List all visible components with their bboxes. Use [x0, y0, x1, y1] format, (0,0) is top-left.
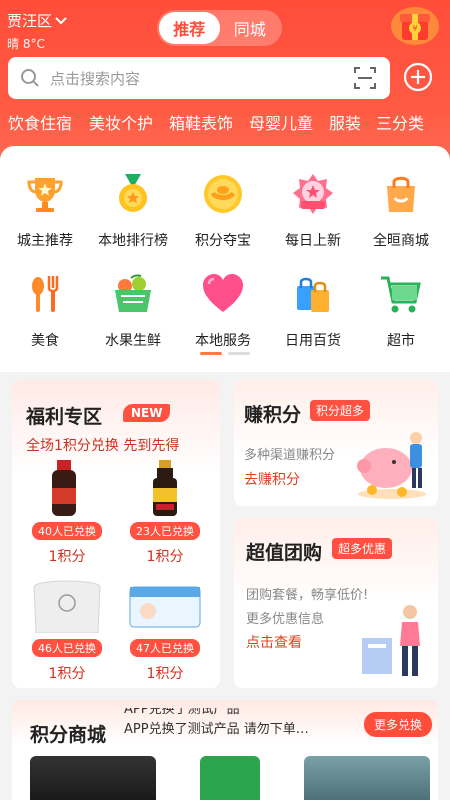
category-third[interactable]: 三分类 [376, 110, 424, 134]
new-badge-icon [293, 174, 333, 214]
category-beauty[interactable]: 美妆个护 [89, 110, 153, 134]
grid-item-local-ranking[interactable]: 本地排行榜 [88, 172, 178, 250]
grid-label: 城主推荐 [17, 233, 73, 249]
grid-item-full-mall[interactable]: 全晅商城 [356, 172, 446, 250]
points-price: 1积分 [48, 549, 86, 565]
grid-label: 每日上新 [285, 233, 341, 249]
redeemed-count-badge: 47人已兑换 [130, 639, 200, 657]
piggy-bank-icon [357, 432, 426, 499]
product-thumbnail[interactable] [200, 756, 260, 800]
scan-icon[interactable] [352, 65, 378, 91]
grid-item-owner-recommend[interactable]: 城主推荐 [0, 172, 90, 250]
points-mall-card[interactable]: 积分商城 APP兑换了测试产品 APP兑换了测试产品 请勿下单… 更多兑换 [12, 700, 438, 800]
welfare-zone-card[interactable]: 福利专区 NEW 全场1积分兑换 先到先得 40人已兑换 1积分 23人已兑换 … [12, 380, 220, 688]
product-thumbnail[interactable] [304, 756, 430, 800]
category-tabs: 饮食住宿 美妆个护 箱鞋表饰 母婴儿童 服装 三分类 [0, 108, 450, 138]
heart-icon [203, 274, 243, 312]
shopping-bag-icon [387, 176, 415, 212]
points-price: 1积分 [146, 549, 184, 565]
welfare-product[interactable]: 23人已兑换 1积分 [122, 458, 208, 566]
product-thumbnail[interactable] [30, 756, 156, 800]
grid-label: 日用百货 [285, 333, 341, 349]
grid-item-local-service[interactable]: 本地服务 [178, 272, 268, 350]
grid-item-points-treasure[interactable]: 积分夺宝 [178, 172, 268, 250]
welfare-product[interactable]: 40人已兑换 1积分 [24, 458, 110, 566]
weather-text: 晴 8°C [7, 37, 45, 51]
fruit-basket-icon [115, 274, 151, 312]
spoon-fork-icon [32, 276, 59, 312]
group-buy-link[interactable]: 点击查看 [246, 632, 302, 652]
shopping-cart-icon [381, 276, 421, 313]
gold-ingot-icon [204, 175, 242, 213]
feature-grid: 城主推荐 本地排行榜 积分夺宝 每日上新 全晅商城 美食 水果生鲜 本地服务 日… [0, 146, 450, 372]
chevron-down-icon [55, 16, 67, 24]
more-redeem-button[interactable]: 更多兑换 [364, 712, 433, 737]
search-icon [21, 69, 39, 87]
grid-label: 积分夺宝 [195, 233, 251, 249]
points-mall-title: 积分商城 [30, 724, 107, 746]
redeemed-count-badge: 40人已兑换 [32, 522, 102, 540]
grid-label: 全晅商城 [373, 233, 429, 249]
category-clothing[interactable]: 服装 [329, 110, 361, 134]
welfare-product[interactable]: 46人已兑换 1积分 [24, 575, 110, 683]
group-buy-tag: 超多优惠 [332, 538, 393, 559]
ticker-line: APP兑换了测试产品 [124, 708, 240, 717]
tissue-pack-image [129, 586, 201, 628]
grid-label: 美食 [31, 333, 59, 349]
grid-label: 水果生鲜 [105, 333, 161, 349]
page-indicator [200, 352, 250, 355]
welfare-subtitle: 全场1积分兑换 先到先得 [26, 438, 180, 454]
header: 贾汪区 晴 8°C 推荐 同城 ¥ 点击搜索内容 饮食住宿 美妆个护 箱鞋表饰 … [0, 0, 450, 160]
shopping-bags-icon [297, 277, 329, 312]
points-price: 1积分 [146, 666, 184, 682]
trophy-icon [27, 178, 63, 212]
grid-label: 本地服务 [195, 333, 251, 349]
tab-local[interactable]: 同城 [220, 12, 281, 44]
shopper-illustration [362, 605, 420, 676]
svg-text:¥: ¥ [412, 24, 417, 33]
grid-label: 本地排行榜 [98, 233, 168, 249]
page-dot-active [200, 352, 222, 355]
city-selector[interactable]: 贾汪区 [7, 10, 67, 31]
grid-label: 超市 [387, 333, 415, 349]
ticker-line: APP兑换了测试产品 请勿下单… [124, 722, 309, 737]
towel-bag-image [33, 580, 101, 634]
group-buy-desc-more: 更多优惠信息 [246, 612, 325, 627]
add-icon[interactable] [403, 62, 433, 92]
grid-item-fruit-fresh[interactable]: 水果生鲜 [88, 272, 178, 350]
city-name[interactable]: 贾汪区 [7, 10, 52, 31]
earn-points-card[interactable]: 赚积分 积分超多 多种渠道赚积分 去赚积分 [234, 380, 438, 506]
earn-points-title: 赚积分 [244, 404, 302, 426]
earn-points-link[interactable]: 去赚积分 [244, 469, 300, 489]
search-placeholder[interactable]: 点击搜索内容 [50, 68, 352, 89]
grid-item-supermarket[interactable]: 超市 [356, 272, 446, 350]
sauce-bottle-image [153, 460, 177, 516]
redemption-ticker: APP兑换了测试产品 APP兑换了测试产品 请勿下单… [124, 708, 354, 748]
grid-item-daily-goods[interactable]: 日用百货 [268, 272, 358, 350]
earn-points-tag: 积分超多 [310, 400, 371, 421]
redeemed-count-badge: 23人已兑换 [130, 522, 200, 540]
page-dot [228, 352, 250, 355]
location[interactable]: 贾汪区 晴 8°C [7, 10, 67, 52]
category-food-lodging[interactable]: 饮食住宿 [8, 110, 72, 134]
welfare-title: 福利专区 [26, 406, 103, 428]
points-price: 1积分 [48, 666, 86, 682]
medal-icon [119, 174, 147, 212]
grid-item-food[interactable]: 美食 [0, 272, 90, 350]
category-bags-shoes[interactable]: 箱鞋表饰 [169, 110, 233, 134]
group-buy-desc: 团购套餐，畅享低价! [246, 588, 369, 603]
search-bar[interactable]: 点击搜索内容 [8, 57, 390, 99]
earn-points-desc: 多种渠道赚积分 [244, 448, 336, 463]
tab-switcher: 推荐 同城 [157, 10, 282, 46]
tab-recommend[interactable]: 推荐 [159, 12, 220, 44]
redeemed-count-badge: 46人已兑换 [32, 639, 102, 657]
group-buy-card[interactable]: 超值团购 超多优惠 团购套餐，畅享低价! 更多优惠信息 点击查看 [234, 518, 438, 688]
soy-sauce-bottle-image [52, 460, 76, 516]
category-mother-baby[interactable]: 母婴儿童 [249, 110, 313, 134]
grid-item-daily-new[interactable]: 每日上新 [268, 172, 358, 250]
welfare-product[interactable]: 47人已兑换 1积分 [122, 575, 208, 683]
gift-box-icon[interactable]: ¥ [390, 4, 440, 46]
group-buy-title: 超值团购 [246, 542, 323, 564]
new-badge: NEW [123, 404, 171, 422]
